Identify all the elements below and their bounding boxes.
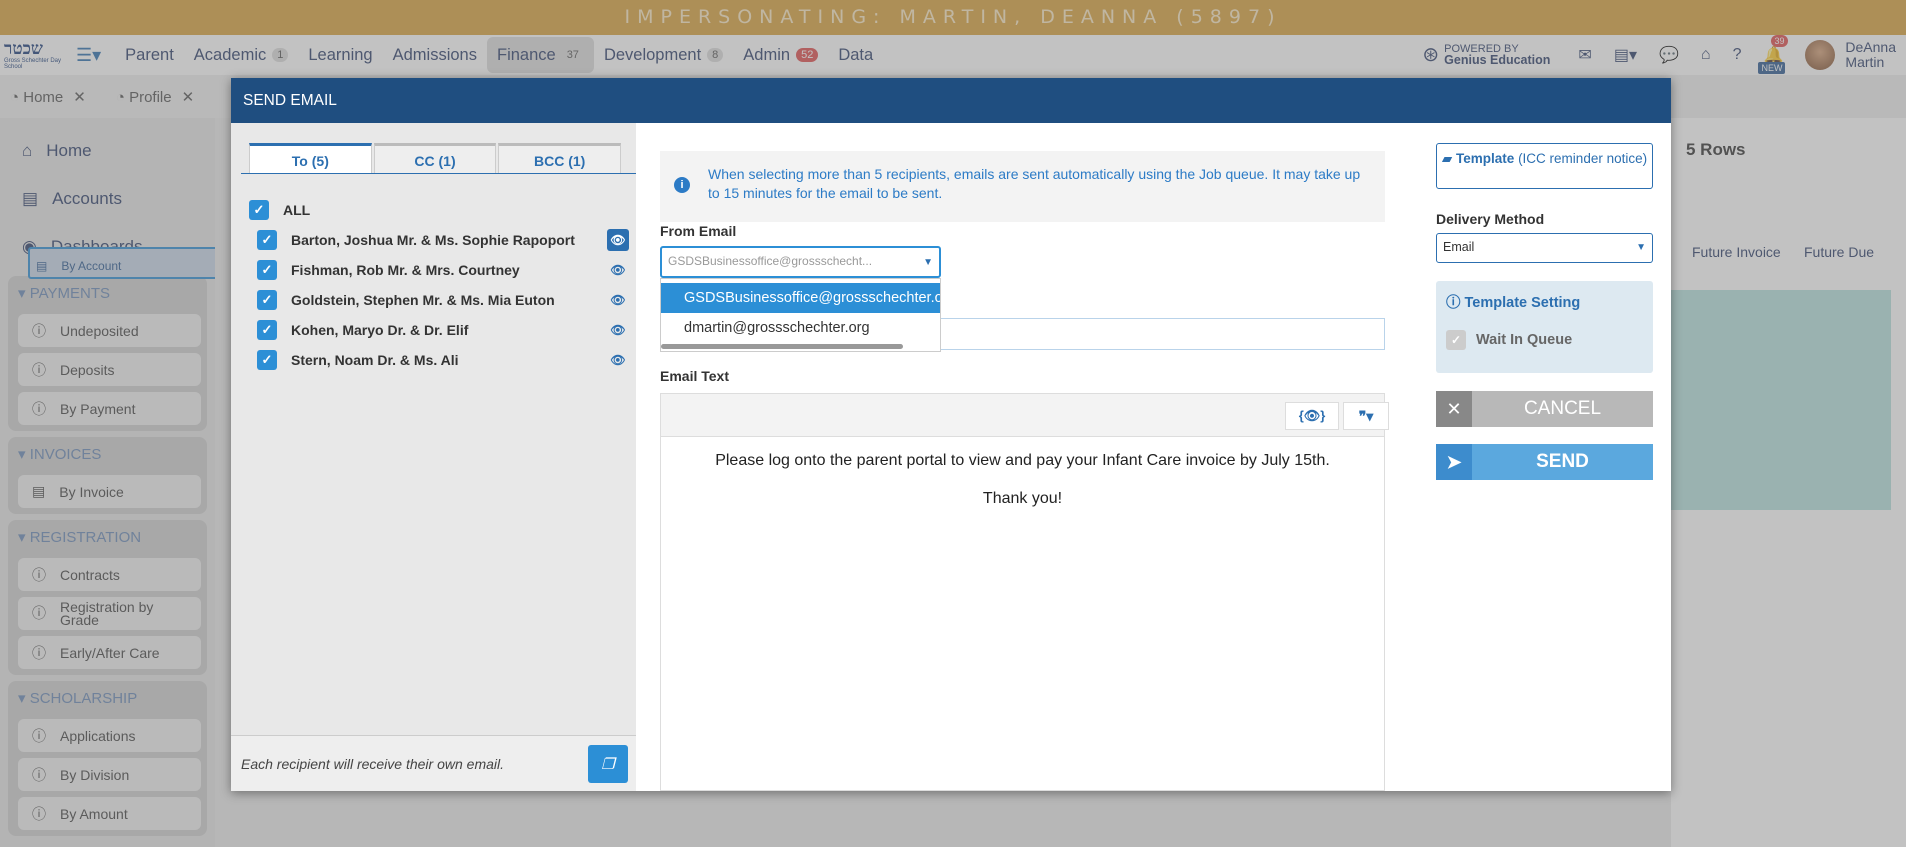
select-all-row[interactable]: ✓ ALL bbox=[249, 195, 629, 225]
template-setting-title: ⓘ Template Setting bbox=[1446, 291, 1580, 312]
recipient-checkbox[interactable]: ✓ bbox=[257, 350, 277, 370]
template-setting-text: Template Setting bbox=[1464, 295, 1581, 311]
eye-icon[interactable]: 👁 bbox=[607, 289, 629, 311]
tab-cc[interactable]: CC (1) bbox=[373, 143, 497, 173]
all-label: ALL bbox=[283, 202, 311, 218]
subject-input[interactable] bbox=[941, 318, 1385, 350]
recipient-checkbox[interactable]: ✓ bbox=[257, 320, 277, 340]
info-message: i When selecting more than 5 recipients, … bbox=[660, 151, 1385, 222]
recipients-panel: To (5) CC (1) BCC (1) ✓ ALL ✓ Barton, Josh… bbox=[231, 123, 636, 791]
recipient-name: Goldstein, Stephen Mr. & Ms. Mia Euton bbox=[291, 292, 555, 308]
email-body-line: Thank you! bbox=[982, 490, 1063, 507]
recipient-name: Fishman, Rob Mr. & Mrs. Courtney bbox=[291, 262, 520, 278]
chevron-down-icon: ▼ bbox=[923, 257, 933, 268]
tab-bcc[interactable]: BCC (1) bbox=[498, 143, 622, 173]
template-button[interactable]: ▰ Template (ICC reminder notice) bbox=[1436, 143, 1653, 189]
eye-icon[interactable]: 👁 bbox=[607, 319, 629, 341]
checkbox-all[interactable]: ✓ bbox=[249, 200, 269, 220]
tab-to[interactable]: To (5) bbox=[249, 143, 372, 173]
paper-plane-icon: ➤ bbox=[1436, 444, 1472, 480]
send-label: SEND bbox=[1536, 451, 1589, 472]
wait-in-queue-label: Wait In Queue bbox=[1476, 332, 1573, 348]
delivery-method-select[interactable]: Email ▼ bbox=[1436, 233, 1653, 263]
recipient-row[interactable]: ✓ Fishman, Rob Mr. & Mrs. Courtney 👁 bbox=[249, 255, 629, 285]
dropdown-option[interactable]: dmartin@grossschechter.org bbox=[661, 313, 940, 343]
from-email-label: From Email bbox=[660, 223, 737, 239]
tab-divider bbox=[241, 173, 636, 174]
email-body-editor[interactable]: Please log onto the parent portal to vie… bbox=[660, 437, 1385, 791]
send-button[interactable]: ➤ SEND bbox=[1436, 444, 1653, 480]
eye-icon[interactable]: 👁 bbox=[607, 229, 629, 251]
from-email-select[interactable]: GSDSBusinessoffice@grossschecht... ▼ bbox=[660, 246, 941, 278]
editor-toolbar: {👁} ❞▾ bbox=[660, 393, 1389, 437]
checkbox-icon[interactable]: ✓ bbox=[1446, 330, 1466, 350]
cancel-label: CANCEL bbox=[1523, 398, 1602, 419]
info-icon: i bbox=[674, 177, 690, 193]
recipient-name: Barton, Joshua Mr. & Ms. Sophie Rapoport bbox=[291, 232, 575, 248]
recipient-tabs: To (5) CC (1) BCC (1) bbox=[249, 143, 622, 173]
send-email-dialog: SEND EMAIL To (5) CC (1) BCC (1) ✓ ALL ✓ B… bbox=[231, 78, 1671, 791]
options-panel: ▰ Template (ICC reminder notice) Deliver… bbox=[1415, 123, 1671, 791]
recipient-checkbox[interactable]: ✓ bbox=[257, 260, 277, 280]
recipients-footer: Each recipient will receive their own em… bbox=[231, 735, 636, 791]
dropdown-option[interactable]: GSDSBusinessoffice@grossschechter.org bbox=[661, 283, 940, 313]
template-name: (ICC reminder notice) bbox=[1518, 151, 1648, 166]
recipient-row[interactable]: ✓ Stern, Noam Dr. & Ms. Ali 👁 bbox=[249, 345, 629, 375]
recipient-name: Kohen, Maryo Dr. & Dr. Elif bbox=[291, 322, 469, 338]
recipient-list: ✓ ALL ✓ Barton, Joshua Mr. & Ms. Sophie Ra… bbox=[249, 195, 629, 375]
close-icon: ✕ bbox=[1436, 391, 1472, 427]
wait-in-queue-option[interactable]: ✓ Wait In Queue bbox=[1446, 330, 1572, 350]
recipient-checkbox[interactable]: ✓ bbox=[257, 290, 277, 310]
recipient-checkbox[interactable]: ✓ bbox=[257, 230, 277, 250]
template-setting-box: ⓘ Template Setting ✓ Wait In Queue bbox=[1436, 281, 1653, 373]
eye-icon[interactable]: 👁 bbox=[607, 259, 629, 281]
from-email-dropdown: GSDSBusinessoffice@grossschechter.org dm… bbox=[660, 278, 941, 352]
insert-quote-button[interactable]: ❞▾ bbox=[1343, 402, 1389, 430]
dialog-title: SEND EMAIL bbox=[231, 78, 1671, 123]
preview-variables-button[interactable]: {👁} bbox=[1285, 402, 1339, 430]
chevron-down-icon: ▼ bbox=[1636, 242, 1646, 253]
email-text-label: Email Text bbox=[660, 368, 729, 384]
delivery-method-value: Email bbox=[1443, 240, 1475, 254]
recipient-row[interactable]: ✓ Goldstein, Stephen Mr. & Ms. Mia Euton 👁 bbox=[249, 285, 629, 315]
delivery-method-label: Delivery Method bbox=[1436, 211, 1545, 227]
from-email-value: GSDSBusinessoffice@grossschecht... bbox=[668, 254, 873, 268]
folder-icon: ▰ bbox=[1441, 151, 1457, 166]
copy-icon[interactable]: ❐ bbox=[588, 745, 628, 783]
horizontal-scrollbar[interactable] bbox=[661, 344, 903, 349]
info-text: When selecting more than 5 recipients, e… bbox=[708, 166, 1361, 201]
footer-note: Each recipient will receive their own em… bbox=[241, 755, 504, 772]
eye-icon[interactable]: 👁 bbox=[607, 349, 629, 371]
email-body-line: Please log onto the parent portal to vie… bbox=[715, 452, 1330, 469]
recipient-row[interactable]: ✓ Kohen, Maryo Dr. & Dr. Elif 👁 bbox=[249, 315, 629, 345]
cancel-button[interactable]: ✕ CANCEL bbox=[1436, 391, 1653, 427]
recipient-name: Stern, Noam Dr. & Ms. Ali bbox=[291, 352, 459, 368]
recipient-row[interactable]: ✓ Barton, Joshua Mr. & Ms. Sophie Rapopor… bbox=[249, 225, 629, 255]
template-label: Template bbox=[1456, 151, 1515, 166]
info-icon: ⓘ bbox=[1446, 295, 1465, 311]
